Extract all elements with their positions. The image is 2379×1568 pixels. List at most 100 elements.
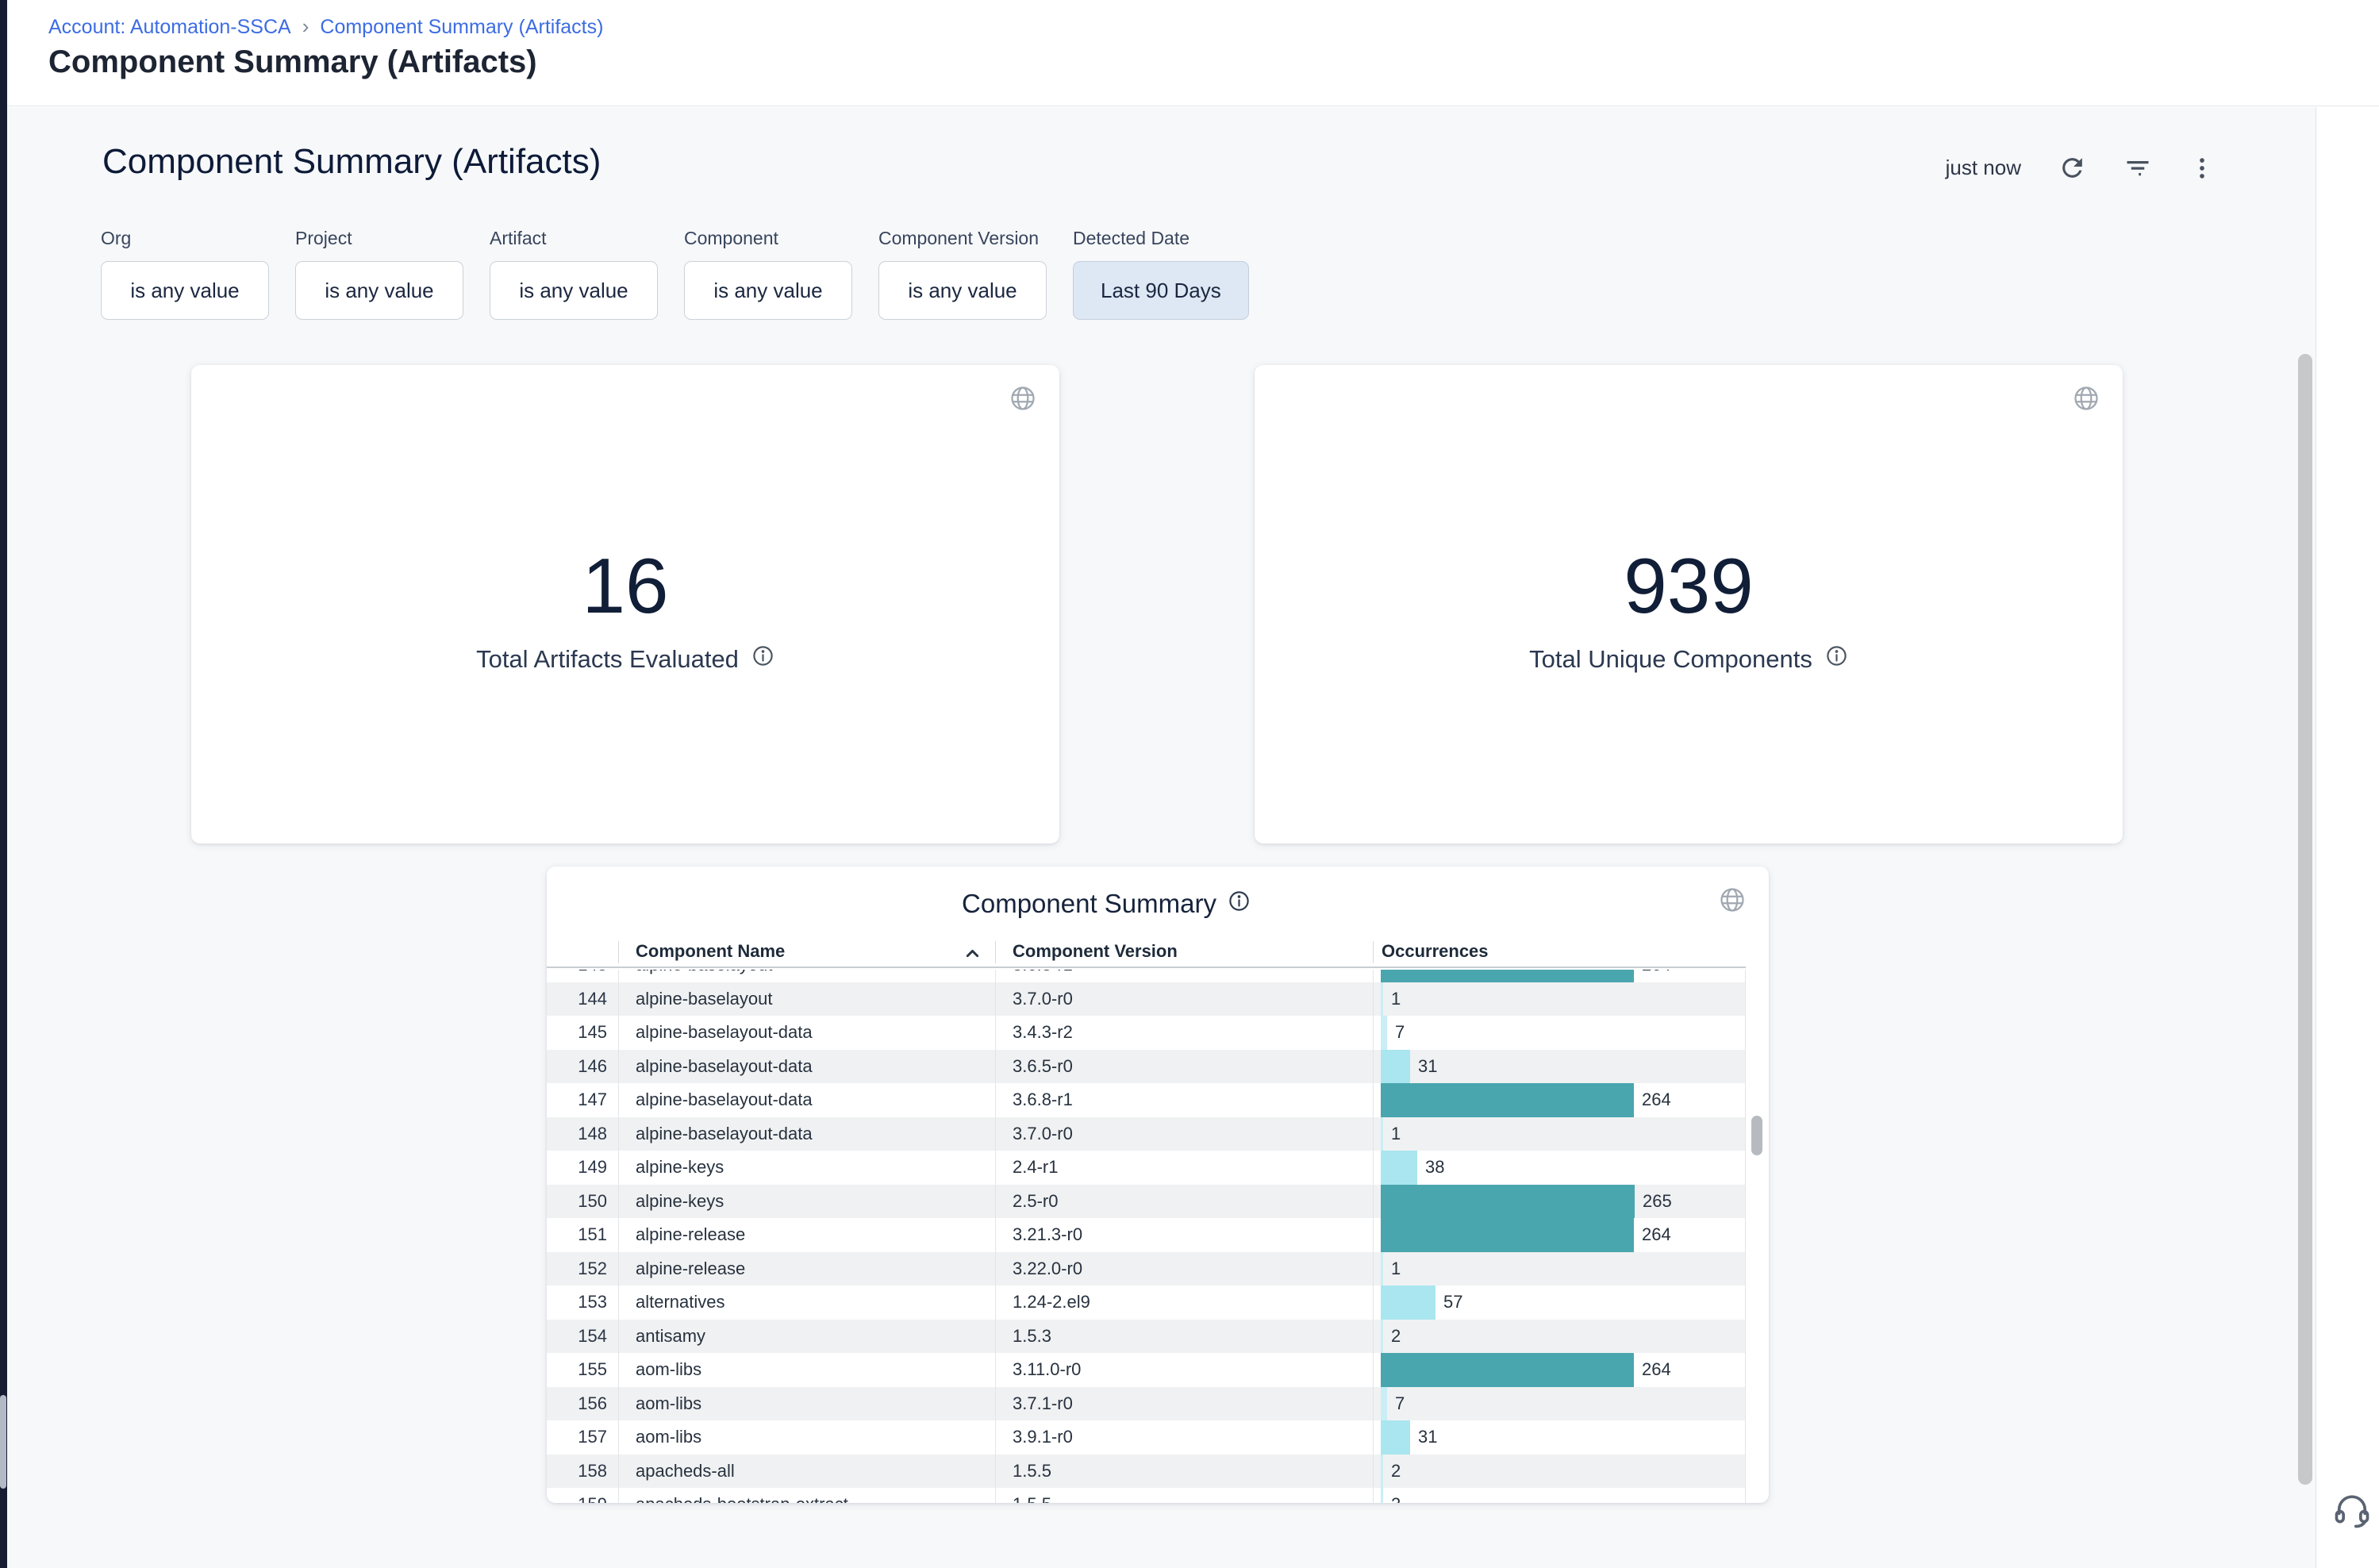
table-row[interactable]: 147 alpine-baselayout-data 3.6.8-r1 264 — [547, 1083, 1746, 1117]
app-header: Account: Automation-SSCA › Component Sum… — [7, 0, 2379, 106]
row-index: 154 — [547, 1320, 607, 1354]
row-index: 159 — [547, 1488, 607, 1503]
row-index: 156 — [547, 1387, 607, 1421]
support-headset-icon[interactable] — [2331, 1489, 2373, 1534]
occurrences-bar — [1381, 1252, 1383, 1286]
occurrences-value: 2 — [1391, 1326, 1401, 1347]
row-index: 158 — [547, 1455, 607, 1489]
component-version-cell: 1.5.3 — [1013, 1320, 1051, 1354]
table-row[interactable]: 149 alpine-keys 2.4-r1 38 — [547, 1151, 1746, 1185]
occurrences-cell: 38 — [1381, 1151, 1746, 1185]
column-header-occurrences[interactable]: Occurrences — [1382, 941, 1489, 962]
occurrences-cell: 264 — [1381, 970, 1746, 982]
component-version-cell: 3.11.0-r0 — [1013, 1353, 1081, 1387]
info-icon[interactable] — [751, 644, 774, 674]
column-divider — [995, 941, 996, 963]
table-row[interactable]: 148 alpine-baselayout-data 3.7.0-r0 1 — [547, 1117, 1746, 1151]
table-body-rows: 143 alpine-baselayout 3.6.8-r1 264 144 a… — [547, 970, 1746, 1503]
collapsed-sidebar[interactable] — [0, 0, 7, 1568]
table-row[interactable]: 159 apacheds-bootstrap-extract 1.5.5 2 — [547, 1488, 1746, 1503]
filter-group: Component is any value — [684, 228, 852, 320]
table-scrollbar-thumb[interactable] — [1751, 1116, 1762, 1155]
component-name-cell: alternatives — [636, 1286, 725, 1320]
sort-asc-icon[interactable] — [962, 943, 983, 969]
filter-group: Project is any value — [295, 228, 463, 320]
component-version-cell: 3.7.0-r0 — [1013, 1117, 1073, 1151]
row-index: 152 — [547, 1252, 607, 1286]
refresh-icon[interactable] — [2058, 153, 2087, 183]
sidebar-scrollbar-thumb[interactable] — [0, 1395, 6, 1489]
table-body: 143 alpine-baselayout 3.6.8-r1 264 144 a… — [547, 970, 1746, 1503]
page-title: Component Summary (Artifacts) — [48, 44, 537, 80]
component-name-cell: alpine-release — [636, 1218, 745, 1252]
table-row[interactable]: 145 alpine-baselayout-data 3.4.3-r2 7 — [547, 1016, 1746, 1050]
occurrences-bar — [1381, 1218, 1634, 1252]
occurrences-bar — [1381, 1320, 1383, 1354]
filter-value-button[interactable]: Last 90 Days — [1073, 261, 1249, 320]
occurrences-value: 31 — [1418, 1056, 1437, 1077]
table-row[interactable]: 153 alternatives 1.24-2.el9 57 — [547, 1286, 1746, 1320]
table-row[interactable]: 156 aom-libs 3.7.1-r0 7 — [547, 1387, 1746, 1421]
occurrences-cell: 7 — [1381, 1016, 1746, 1050]
component-name-cell: alpine-release — [636, 1252, 745, 1286]
filter-icon[interactable] — [2123, 154, 2152, 183]
filter-label: Project — [295, 228, 463, 249]
info-icon[interactable] — [1825, 644, 1848, 674]
filter-group: Org is any value — [101, 228, 269, 320]
filter-value-button[interactable]: is any value — [490, 261, 658, 320]
occurrences-cell: 31 — [1381, 1420, 1746, 1455]
globe-icon[interactable] — [1009, 384, 1037, 413]
column-divider — [618, 941, 619, 963]
component-version-cell: 1.5.5 — [1013, 1488, 1051, 1503]
component-name-cell: alpine-baselayout — [636, 982, 772, 1017]
table-row[interactable]: 150 alpine-keys 2.5-r0 265 — [547, 1185, 1746, 1219]
page-scrollbar-thumb[interactable] — [2298, 354, 2312, 1485]
table-row[interactable]: 144 alpine-baselayout 3.7.0-r0 1 — [547, 982, 1746, 1017]
filter-value-button[interactable]: is any value — [101, 261, 269, 320]
stat-label-text: Total Artifacts Evaluated — [476, 645, 739, 674]
occurrences-bar — [1381, 1083, 1634, 1117]
filter-label: Component Version — [878, 228, 1047, 249]
globe-icon[interactable] — [2072, 384, 2100, 413]
total-artifacts-value: 16 — [191, 541, 1059, 631]
component-name-cell: apacheds-bootstrap-extract — [636, 1488, 848, 1503]
dashboard-title: Component Summary (Artifacts) — [102, 142, 601, 182]
breadcrumb-page-link[interactable]: Component Summary (Artifacts) — [320, 16, 603, 39]
occurrences-value: 1 — [1391, 1259, 1401, 1279]
table-row[interactable]: 146 alpine-baselayout-data 3.6.5-r0 31 — [547, 1050, 1746, 1084]
component-name-cell: aom-libs — [636, 1387, 701, 1421]
occurrences-bar — [1381, 970, 1634, 982]
table-row[interactable]: 143 alpine-baselayout 3.6.8-r1 264 — [547, 970, 1746, 982]
row-index: 153 — [547, 1286, 607, 1320]
table-row[interactable]: 158 apacheds-all 1.5.5 2 — [547, 1455, 1746, 1489]
column-header-component-name[interactable]: Component Name — [636, 941, 785, 962]
row-index: 150 — [547, 1185, 607, 1219]
filter-value-button[interactable]: is any value — [684, 261, 852, 320]
table-row[interactable]: 151 alpine-release 3.21.3-r0 264 — [547, 1218, 1746, 1252]
column-header-component-version[interactable]: Component Version — [1013, 941, 1178, 962]
table-row[interactable]: 154 antisamy 1.5.3 2 — [547, 1320, 1746, 1354]
filter-group: Detected Date Last 90 Days — [1073, 228, 1249, 320]
component-name-cell: alpine-baselayout-data — [636, 1050, 813, 1084]
breadcrumb-account-link[interactable]: Account: Automation-SSCA — [48, 16, 291, 39]
occurrences-value: 265 — [1643, 1191, 1672, 1212]
component-version-cell: 1.5.5 — [1013, 1455, 1051, 1489]
component-version-cell: 3.7.1-r0 — [1013, 1387, 1073, 1421]
occurrences-bar — [1381, 1185, 1635, 1219]
component-version-cell: 3.7.0-r0 — [1013, 982, 1073, 1017]
table-row[interactable]: 157 aom-libs 3.9.1-r0 31 — [547, 1420, 1746, 1455]
occurrences-bar — [1381, 1286, 1435, 1320]
filter-value-button[interactable]: is any value — [295, 261, 463, 320]
kebab-menu-icon[interactable] — [2189, 155, 2216, 182]
row-index: 144 — [547, 982, 607, 1017]
table-row[interactable]: 155 aom-libs 3.11.0-r0 264 — [547, 1353, 1746, 1387]
row-index: 157 — [547, 1420, 607, 1455]
filter-value-button[interactable]: is any value — [878, 261, 1047, 320]
component-version-cell: 3.4.3-r2 — [1013, 1016, 1073, 1050]
component-summary-table-card: Component Summary Component Name Compone… — [547, 867, 1769, 1503]
table-row[interactable]: 152 alpine-release 3.22.0-r0 1 — [547, 1252, 1746, 1286]
occurrences-cell: 7 — [1381, 1387, 1746, 1421]
row-index: 146 — [547, 1050, 607, 1084]
occurrences-cell: 265 — [1381, 1185, 1746, 1219]
info-icon[interactable] — [1228, 889, 1251, 919]
